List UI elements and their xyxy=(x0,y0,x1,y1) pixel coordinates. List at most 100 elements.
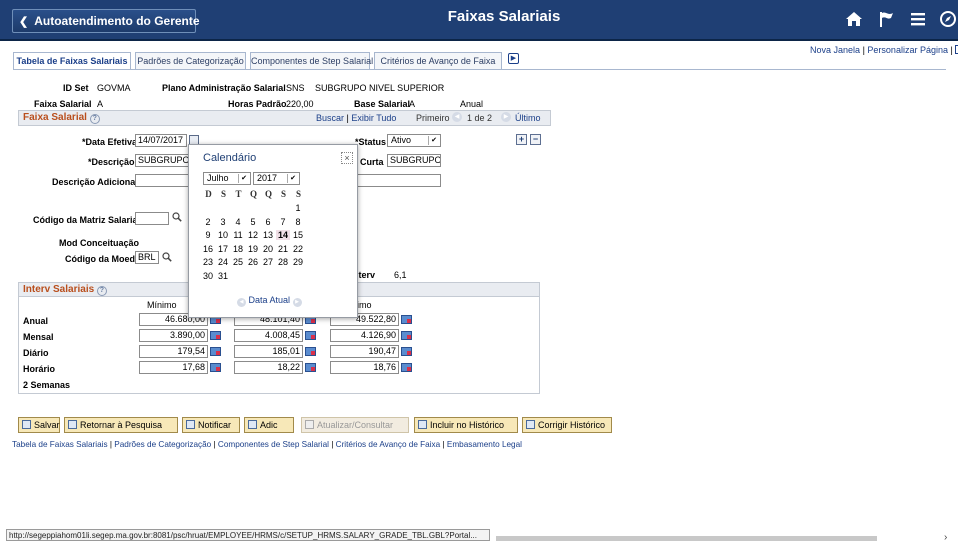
notify-button[interactable]: Notificar xyxy=(182,417,240,433)
detail-icon[interactable] xyxy=(210,331,221,340)
month-select[interactable]: Julho ✔ xyxy=(203,172,251,185)
calendar-day[interactable]: 1 xyxy=(291,203,305,213)
calendar-day[interactable]: 30 xyxy=(201,271,215,281)
calendar-day[interactable]: 28 xyxy=(276,257,290,267)
help-icon[interactable]: ? xyxy=(89,114,100,124)
calendar-day[interactable]: 9 xyxy=(201,230,215,240)
range-max-input[interactable]: 18,76 xyxy=(330,361,399,374)
detail-icon[interactable] xyxy=(210,347,221,356)
range-mid-input[interactable]: 4.008,45 xyxy=(234,329,303,342)
footer-link-step-components[interactable]: Componentes de Step Salarial xyxy=(218,440,329,449)
scroll-right-arrow-icon[interactable]: › xyxy=(944,532,947,543)
return-to-search-button[interactable]: Retornar à Pesquisa xyxy=(64,417,178,433)
calendar-day[interactable]: 22 xyxy=(291,244,305,254)
range-mid-input[interactable]: 185,01 xyxy=(234,345,303,358)
calendar-day[interactable]: 21 xyxy=(276,244,290,254)
detail-icon[interactable] xyxy=(305,347,316,356)
additional-description-input-right[interactable] xyxy=(355,174,441,187)
delete-row-button[interactable]: − xyxy=(530,134,541,145)
search-icon[interactable] xyxy=(162,252,172,262)
short-description-input[interactable]: SUBGRUPO N xyxy=(387,154,441,167)
find-link[interactable]: Buscar xyxy=(316,113,344,123)
save-button[interactable]: Salvar xyxy=(18,417,60,433)
next-icon[interactable]: ▶ xyxy=(501,112,511,122)
footer-link-advance-criteria[interactable]: Critérios de Avanço de Faixa xyxy=(336,440,441,449)
horizontal-scrollbar[interactable] xyxy=(496,536,877,541)
salary-matrix-input[interactable] xyxy=(135,212,169,225)
menu-icon[interactable] xyxy=(907,6,929,32)
calendar-day[interactable]: 29 xyxy=(291,257,305,267)
calendar-day[interactable]: 7 xyxy=(276,217,290,227)
calendar-day[interactable]: 10 xyxy=(216,230,230,240)
calendar-day[interactable]: 13 xyxy=(261,230,275,240)
calendar-day[interactable]: 25 xyxy=(231,257,245,267)
effective-date-input[interactable]: 14/07/2017 xyxy=(135,134,187,147)
help-icon[interactable]: ? xyxy=(96,286,107,296)
calendar-day[interactable]: 2 xyxy=(201,217,215,227)
status-select[interactable]: Ativo ✔ xyxy=(387,134,441,147)
calendar-day[interactable]: 31 xyxy=(216,271,230,281)
description-input[interactable]: SUBGRUPO xyxy=(135,154,193,167)
tab-scroll-right-icon[interactable]: ▶ xyxy=(508,53,519,64)
today-link[interactable]: ◀ Data Atual ▶ xyxy=(237,295,302,307)
tab-step-components[interactable]: Componentes de Step Salarial xyxy=(250,52,373,69)
calendar-day[interactable]: 15 xyxy=(291,230,305,240)
range-min-input[interactable]: 3.890,00 xyxy=(139,329,208,342)
correct-history-button[interactable]: Corrigir Histórico xyxy=(522,417,612,433)
flag-icon[interactable] xyxy=(875,6,897,32)
tab-salary-grade-table[interactable]: Tabela de Faixas Salariais xyxy=(13,52,131,69)
calendar-day[interactable]: 16 xyxy=(201,244,215,254)
add-row-button[interactable]: + xyxy=(516,134,527,145)
calendar-day[interactable]: 27 xyxy=(261,257,275,267)
calendar-day[interactable]: 11 xyxy=(231,230,245,240)
detail-icon[interactable] xyxy=(210,363,221,372)
footer-link-categorization[interactable]: Padrões de Categorização xyxy=(114,440,211,449)
detail-icon[interactable] xyxy=(401,347,412,356)
last-link[interactable]: Último xyxy=(515,113,541,123)
detail-icon[interactable] xyxy=(305,331,316,340)
calendar-day[interactable]: 8 xyxy=(291,217,305,227)
calendar-day[interactable]: 12 xyxy=(246,230,260,240)
calendar-day[interactable]: 17 xyxy=(216,244,230,254)
view-all-link[interactable]: Exibir Tudo xyxy=(351,113,396,123)
search-icon[interactable] xyxy=(172,212,182,222)
footer-link-legal-basis[interactable]: Embasamento Legal xyxy=(447,440,522,449)
add-button[interactable]: Adic xyxy=(244,417,294,433)
tab-advance-criteria[interactable]: Critérios de Avanço de Faixa xyxy=(374,52,502,69)
additional-description-input[interactable] xyxy=(135,174,193,187)
calendar-day[interactable]: 24 xyxy=(216,257,230,267)
calendar-day[interactable]: 14 xyxy=(276,230,290,240)
previous-icon[interactable]: ◀ xyxy=(452,112,462,122)
currency-code-input[interactable]: BRL xyxy=(135,251,159,264)
range-max-input[interactable]: 190,47 xyxy=(330,345,399,358)
detail-icon[interactable] xyxy=(401,363,412,372)
range-min-input[interactable]: 17,68 xyxy=(139,361,208,374)
personalize-page-link[interactable]: Personalizar Página xyxy=(867,45,948,55)
range-max-input[interactable]: 4.126,90 xyxy=(330,329,399,342)
calendar-day[interactable]: 26 xyxy=(246,257,260,267)
navbar-icon[interactable] xyxy=(938,6,958,32)
calendar-day[interactable]: 4 xyxy=(231,217,245,227)
back-button[interactable]: ❮ Autoatendimento do Gerente xyxy=(12,9,200,33)
calendar-day[interactable]: 23 xyxy=(201,257,215,267)
footer-link-salary-grade-table[interactable]: Tabela de Faixas Salariais xyxy=(12,440,108,449)
weekday-header: Q xyxy=(264,189,272,199)
close-icon[interactable]: × xyxy=(341,152,353,164)
range-mid-input[interactable]: 18,22 xyxy=(234,361,303,374)
include-history-button[interactable]: Incluir no Histórico xyxy=(414,417,518,433)
detail-icon[interactable] xyxy=(305,363,316,372)
calendar-day[interactable]: 19 xyxy=(246,244,260,254)
new-window-link[interactable]: Nova Janela xyxy=(810,45,860,55)
home-icon[interactable] xyxy=(843,6,865,32)
calendar-day[interactable]: 6 xyxy=(261,217,275,227)
update-display-button[interactable]: Atualizar/Consultar xyxy=(301,417,409,433)
calendar-day[interactable]: 20 xyxy=(261,244,275,254)
year-select[interactable]: 2017 ✔ xyxy=(253,172,300,185)
calendar-day[interactable]: 3 xyxy=(216,217,230,227)
detail-icon[interactable] xyxy=(401,315,412,324)
calendar-day[interactable]: 18 xyxy=(231,244,245,254)
tab-categorization[interactable]: Padrões de Categorização xyxy=(135,52,246,69)
calendar-day[interactable]: 5 xyxy=(246,217,260,227)
detail-icon[interactable] xyxy=(401,331,412,340)
range-min-input[interactable]: 179,54 xyxy=(139,345,208,358)
